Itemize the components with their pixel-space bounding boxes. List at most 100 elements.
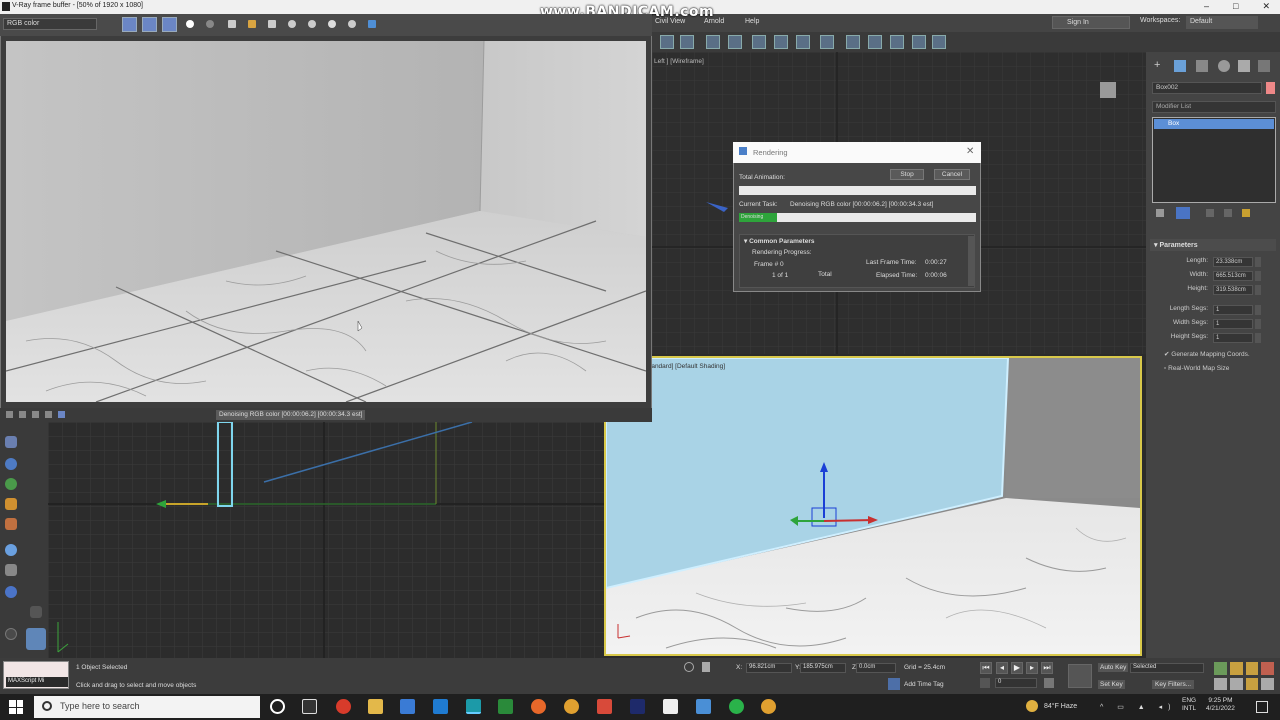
- channel-dropdown[interactable]: RGB color: [3, 18, 97, 30]
- display-icon[interactable]: [5, 544, 17, 556]
- stop-button[interactable]: Stop: [890, 169, 924, 180]
- workspaces-dropdown[interactable]: Default: [1186, 16, 1258, 29]
- width-segs-spinner[interactable]: [1255, 319, 1261, 329]
- length-segs-spinner[interactable]: [1255, 305, 1261, 315]
- language-indicator[interactable]: ENG INTL: [1182, 697, 1196, 713]
- key-mode-icon[interactable]: [980, 678, 990, 688]
- viewport-top[interactable]: [48, 421, 604, 658]
- toolbar-button[interactable]: [706, 35, 720, 49]
- clear-icon[interactable]: [268, 20, 276, 28]
- stop-icon[interactable]: [348, 20, 356, 28]
- viewport-layout-icon[interactable]: [26, 628, 46, 650]
- track-mouse-icon[interactable]: [288, 20, 296, 28]
- section-title[interactable]: ▾ Common Parameters: [744, 237, 814, 245]
- play-icon[interactable]: [30, 606, 42, 618]
- pin-stack-icon[interactable]: [1156, 209, 1164, 217]
- chrome-icon-2[interactable]: [761, 699, 776, 714]
- gen-mapping-checkbox[interactable]: ✔ Generate Mapping Coords.: [1164, 350, 1250, 358]
- display-tab-icon[interactable]: [1238, 60, 1250, 72]
- width-spinner[interactable]: [1255, 271, 1261, 281]
- lens-effects-icon[interactable]: [368, 20, 376, 28]
- region-icon[interactable]: [308, 20, 316, 28]
- menu-help[interactable]: Help: [745, 18, 759, 25]
- chrome-icon[interactable]: [564, 699, 579, 714]
- light-icon[interactable]: [5, 478, 17, 490]
- correction-icon[interactable]: [19, 411, 26, 418]
- explorer-icon[interactable]: [5, 436, 17, 448]
- compare-icon[interactable]: [58, 411, 65, 418]
- zoom-extents-all-icon[interactable]: [1261, 662, 1274, 675]
- link-icon[interactable]: [328, 20, 336, 28]
- app-icon[interactable]: [597, 699, 612, 714]
- rendered-image[interactable]: [6, 41, 646, 402]
- toolbar-button[interactable]: [660, 35, 674, 49]
- stack-item-box[interactable]: Box: [1154, 119, 1274, 129]
- bandicam-taskbar-icon[interactable]: [336, 699, 351, 714]
- goto-start-button[interactable]: ⏮: [980, 662, 992, 674]
- selection-set-dropdown[interactable]: Selected: [1130, 663, 1204, 673]
- viewport-perspective[interactable]: Perspective ] [Standard] [Default Shadin…: [604, 356, 1142, 656]
- sphere-icon[interactable]: [5, 458, 17, 470]
- remove-modifier-icon[interactable]: [1224, 209, 1232, 217]
- isolate-icon[interactable]: [684, 662, 694, 672]
- length-segs-field[interactable]: 1: [1213, 305, 1253, 315]
- width-segs-field[interactable]: 1: [1213, 319, 1253, 329]
- goto-end-button[interactable]: ⏭: [1041, 662, 1053, 674]
- firefox-icon[interactable]: [531, 699, 546, 714]
- height-segs-spinner[interactable]: [1255, 333, 1261, 343]
- cancel-button[interactable]: Cancel: [934, 169, 970, 180]
- length-spinner[interactable]: [1255, 257, 1261, 267]
- stats-icon[interactable]: [45, 411, 52, 418]
- object-name-field[interactable]: Box002: [1152, 82, 1262, 94]
- x-coordinate-field[interactable]: 96.821cm: [746, 663, 792, 673]
- minimize-button[interactable]: –: [1204, 1, 1209, 12]
- zoom-all-icon[interactable]: [1229, 662, 1243, 675]
- time-tag-icon[interactable]: [888, 678, 900, 690]
- toolbar-button[interactable]: [728, 35, 742, 49]
- render-setup-button[interactable]: [846, 35, 860, 49]
- excel-icon[interactable]: [498, 699, 513, 714]
- toolbar-button[interactable]: [796, 35, 810, 49]
- create-tab-icon[interactable]: +: [1154, 60, 1166, 72]
- toolbar-button[interactable]: [820, 35, 834, 49]
- zoom-icon[interactable]: [1214, 662, 1227, 675]
- zoom-extents-icon[interactable]: [1245, 662, 1259, 675]
- toolbar-button[interactable]: [752, 35, 766, 49]
- layer-icon[interactable]: [5, 564, 17, 576]
- mono-icon[interactable]: [206, 20, 214, 28]
- taskbar-search-input[interactable]: Type here to search: [34, 696, 260, 718]
- photoshop-icon[interactable]: [630, 699, 645, 714]
- y-coordinate-field[interactable]: 185.975cm: [800, 663, 846, 673]
- real-world-checkbox[interactable]: ▫ Real-World Map Size: [1164, 365, 1229, 372]
- save-icon[interactable]: [228, 20, 236, 28]
- modify-tab-icon[interactable]: [1174, 60, 1186, 72]
- modifier-list-dropdown[interactable]: Modifier List: [1152, 101, 1276, 113]
- sign-in-button[interactable]: Sign In: [1052, 16, 1130, 29]
- orbit-icon[interactable]: [1245, 677, 1259, 690]
- key-filters-button[interactable]: Key Filters...: [1152, 680, 1195, 689]
- object-color-swatch[interactable]: [1266, 82, 1275, 94]
- help-icon[interactable]: [5, 628, 17, 640]
- toolbar-button[interactable]: [912, 35, 926, 49]
- notifications-icon[interactable]: [1256, 701, 1268, 713]
- notepad-icon[interactable]: [663, 699, 678, 714]
- close-button[interactable]: ✕: [1262, 1, 1270, 12]
- history-icon[interactable]: [6, 411, 13, 418]
- alpha-icon[interactable]: [186, 20, 194, 28]
- modifier-stack[interactable]: [1152, 117, 1276, 203]
- mail-icon[interactable]: [433, 699, 448, 714]
- lock-icon[interactable]: [702, 662, 710, 672]
- height-field[interactable]: 319.538cm: [1213, 285, 1253, 295]
- viewport-label[interactable]: Left ] [Wireframe]: [654, 58, 704, 65]
- next-frame-button[interactable]: ▸: [1026, 662, 1038, 674]
- toolbar-button[interactable]: [932, 35, 946, 49]
- task-view-icon[interactable]: [302, 699, 317, 714]
- start-button-icon[interactable]: [9, 700, 23, 714]
- pan-icon[interactable]: [1229, 677, 1243, 690]
- render-button[interactable]: [890, 35, 904, 49]
- add-time-tag-button[interactable]: Add Time Tag: [904, 681, 944, 688]
- tray-icons[interactable]: ^ ▭ ▲ ◂): [1100, 703, 1177, 711]
- 3dsmax-taskbar-icon[interactable]: [466, 699, 481, 714]
- cortana-icon[interactable]: [270, 699, 285, 714]
- dialog-scrollbar[interactable]: [968, 236, 974, 286]
